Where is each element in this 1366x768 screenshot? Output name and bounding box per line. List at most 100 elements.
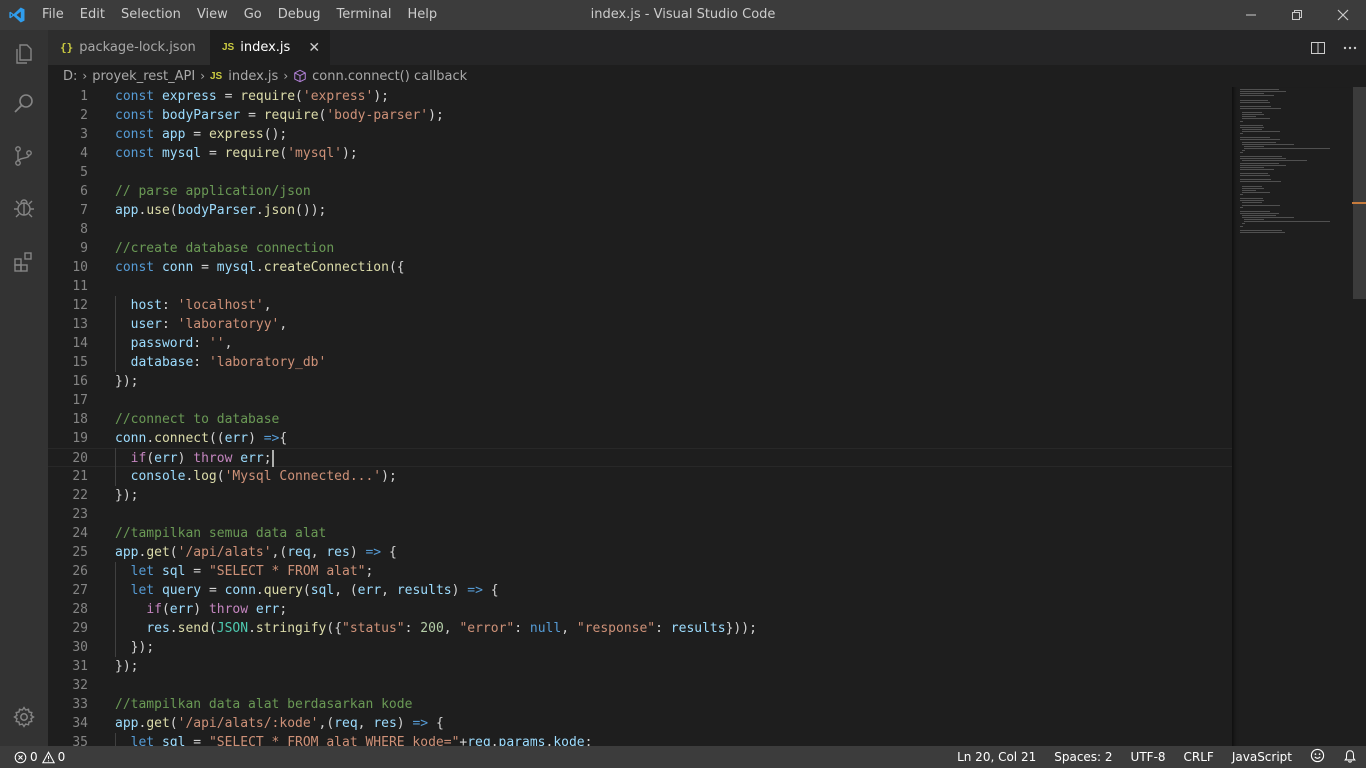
code-line[interactable]: 23 [48,505,1232,524]
code-line[interactable]: 15 database: 'laboratory_db' [48,353,1232,372]
cursor-position[interactable]: Ln 20, Col 21 [948,750,1045,764]
code-line[interactable]: 10 const conn = mysql.createConnection({ [48,258,1232,277]
code-line[interactable]: 2 const bodyParser = require('body-parser… [48,106,1232,125]
code-line[interactable]: 13 user: 'laboratoryy', [48,315,1232,334]
code-editor[interactable]: 1 const express = require('express'); 2 con… [48,87,1232,746]
notifications-button[interactable] [1334,749,1366,766]
menu-help[interactable]: Help [399,0,445,30]
line-content: }); [115,374,139,389]
problems-indicator[interactable]: 0 0 [0,746,69,768]
language-mode[interactable]: JavaScript [1223,750,1301,764]
code-line[interactable]: 4 const mysql = require('mysql'); [48,144,1232,163]
code-line[interactable]: 6 // parse application/json [48,182,1232,201]
minimap-line [1242,131,1280,132]
code-line[interactable]: 27 let query = conn.query(sql, (err, res… [48,581,1232,600]
code-line[interactable]: 26 let sql = "SELECT * FROM alat"; [48,562,1232,581]
minimap-line [1240,124,1264,126]
code-line[interactable]: 33 //tampilkan data alat berdasarkan kode [48,695,1232,714]
indentation[interactable]: Spaces: 2 [1045,750,1121,764]
breadcrumb-folder[interactable]: proyek_rest_API [92,69,195,84]
line-number: 8 [80,222,88,237]
line-number: 6 [80,184,88,199]
indent-guide [115,296,116,372]
search-button[interactable] [0,80,48,128]
menu-file[interactable]: File [34,0,72,30]
tab-package-lock-json[interactable]: {} package-lock.json [48,30,210,65]
restore-button[interactable] [1274,0,1320,30]
code-line[interactable]: 12 host: 'localhost', [48,296,1232,315]
menu-debug[interactable]: Debug [270,0,329,30]
editor-scrollbar[interactable] [1352,87,1366,746]
breadcrumb-file[interactable]: index.js [228,69,278,84]
editor-tab-bar: {} package-lock.json JS index.js ✕ [48,30,1366,65]
line-content: app.use(bodyParser.json()); [115,203,327,218]
close-tab-icon[interactable]: ✕ [308,40,320,56]
menu-view[interactable]: View [189,0,236,30]
encoding[interactable]: UTF-8 [1122,750,1175,764]
line-number: 11 [72,279,88,294]
line-content: const conn = mysql.createConnection({ [115,260,405,275]
code-line[interactable]: 29 res.send(JSON.stringify({"status": 20… [48,619,1232,638]
minimap-line [1242,223,1246,225]
menu-edit[interactable]: Edit [72,0,113,30]
activity-bar [0,30,48,746]
tab-label: package-lock.json [79,40,196,55]
code-line[interactable]: 7 app.use(bodyParser.json()); [48,201,1232,220]
title-bar: File Edit Selection View Go Debug Termin… [0,0,1366,30]
smiley-icon [1310,748,1325,763]
more-actions-button[interactable] [1334,30,1366,65]
split-editor-button[interactable] [1302,30,1334,65]
breadcrumb-drive[interactable]: D: [63,69,77,84]
source-control-button[interactable] [0,132,48,180]
code-line[interactable]: 20 if(err) throw err; [48,448,1232,467]
code-line[interactable]: 24 //tampilkan semua data alat [48,524,1232,543]
line-content: const bodyParser = require('body-parser'… [115,108,444,123]
code-line[interactable]: 18 //connect to database [48,410,1232,429]
menu-terminal[interactable]: Terminal [329,0,400,30]
code-line[interactable]: 35 let sql = "SELECT * FROM alat WHERE k… [48,733,1232,746]
line-number: 34 [72,716,88,731]
breadcrumb-symbol[interactable]: conn.connect() callback [312,69,467,84]
code-line[interactable]: 22}); [48,486,1232,505]
code-line[interactable]: 5 [48,163,1232,182]
end-of-line[interactable]: CRLF [1175,750,1223,764]
code-line[interactable]: 25 app.get('/api/alats',(req, res) => { [48,543,1232,562]
line-number: 18 [72,412,88,427]
line-number: 19 [72,431,88,446]
debug-button[interactable] [0,184,48,232]
tab-index-js[interactable]: JS index.js ✕ [210,30,330,65]
code-line[interactable]: 34 app.get('/api/alats/:kode',(req, res) … [48,714,1232,733]
code-line[interactable]: 28 if(err) throw err; [48,600,1232,619]
tab-label: index.js [240,40,291,55]
code-line[interactable]: 32 [48,676,1232,695]
code-line[interactable]: 17 [48,391,1232,410]
code-line[interactable]: 1 const express = require('express'); [48,87,1232,106]
minimap-line [1242,141,1277,143]
minimap-line [1240,133,1244,135]
code-line[interactable]: 9 //create database connection [48,239,1232,258]
minimize-button[interactable] [1228,0,1274,30]
extensions-button[interactable] [0,238,48,286]
code-line[interactable]: 11 [48,277,1232,296]
feedback-button[interactable] [1301,748,1334,766]
menu-selection[interactable]: Selection [113,0,189,30]
code-line[interactable]: 8 [48,220,1232,239]
code-line[interactable]: 3 const app = express(); [48,125,1232,144]
line-content: const express = require('express'); [115,89,389,104]
code-line[interactable]: 16}); [48,372,1232,391]
menu-go[interactable]: Go [236,0,270,30]
code-line[interactable]: 14 password: '', [48,334,1232,353]
line-content: //tampilkan semua data alat [115,526,327,541]
code-line[interactable]: 30 }); [48,638,1232,657]
close-window-button[interactable] [1320,0,1366,30]
code-line[interactable]: 19 conn.connect((err) =>{ [48,429,1232,448]
code-line[interactable]: 21 console.log('Mysql Connected...'); [48,467,1232,486]
scrollbar-thumb[interactable] [1353,87,1366,299]
manage-button[interactable] [0,693,48,741]
minimap[interactable] [1232,87,1352,746]
code-line[interactable]: 31}); [48,657,1232,676]
explorer-button[interactable] [0,30,48,78]
search-icon [14,94,33,113]
indent-guide [115,733,116,746]
line-number: 27 [72,583,88,598]
